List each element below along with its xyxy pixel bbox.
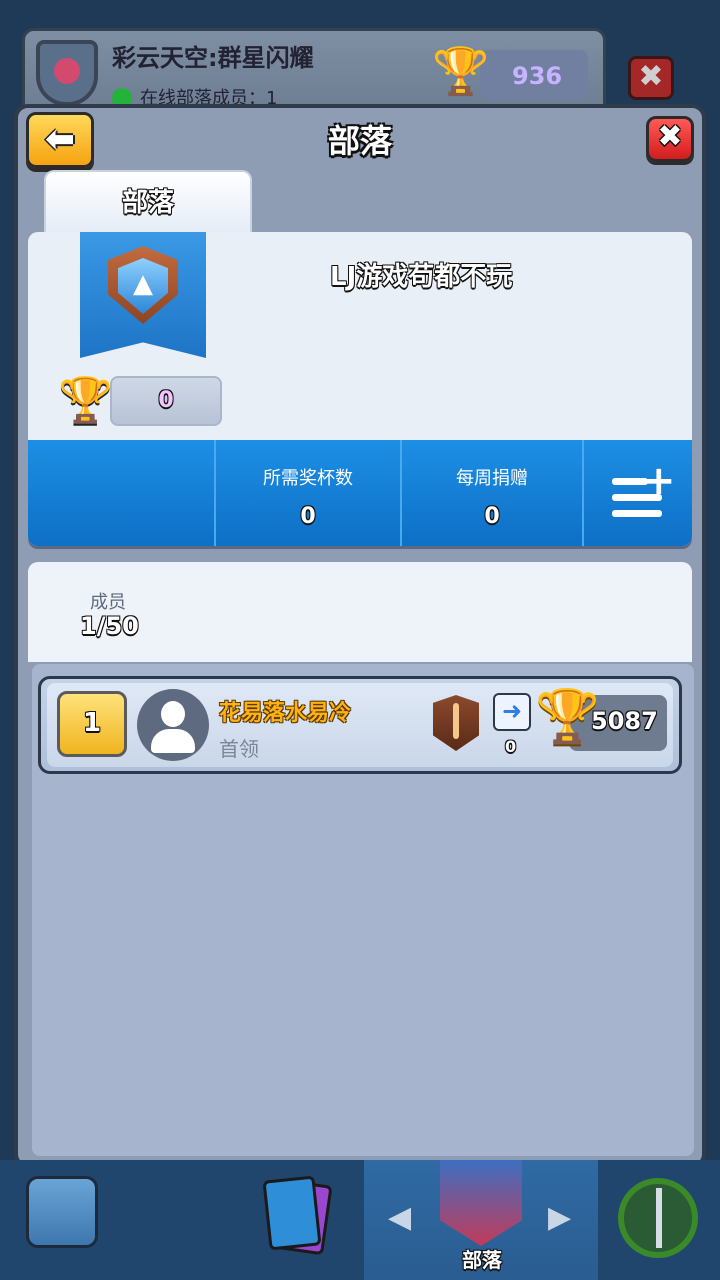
member-rank: 1: [57, 691, 127, 757]
clan-name: LJ游戏苟都不玩: [330, 262, 513, 292]
background-trophy-value: 936: [512, 62, 563, 90]
menu-list-icon: [612, 510, 662, 517]
clan-info-card: ▲ LJ游戏苟都不玩 🏆 0 所需奖杯数 0 每周捐赠 0 +: [28, 232, 692, 546]
weekly-donations-label: 每周捐赠: [456, 468, 528, 489]
stat-weekly-donations: 每周捐赠 0: [400, 440, 582, 546]
donation-card-icon: ➜: [493, 693, 531, 731]
close-button[interactable]: ✖: [646, 116, 694, 162]
member-donations: 0: [505, 737, 517, 756]
clan-stats-bar: 所需奖杯数 0 每周捐赠 0 +: [28, 440, 692, 546]
chest-icon: [26, 1176, 98, 1248]
nav-clan-label: 部落: [462, 1248, 502, 1272]
member-row[interactable]: 1 花易落水易冷 首领 ➜ 0 🏆 5087: [38, 676, 682, 774]
clan-trophy-value: 0: [110, 376, 222, 426]
clan-nav-icon: [440, 1160, 522, 1246]
members-header: 成员 1/50: [28, 562, 692, 662]
members-label: 成员: [90, 592, 126, 613]
nav-cards[interactable]: [120, 1160, 333, 1280]
nav-shop[interactable]: [0, 1160, 120, 1280]
clan-shield-icon: [36, 40, 98, 106]
bottom-nav: ⚔: [0, 1160, 720, 1280]
required-trophies-value: 0: [300, 504, 316, 529]
avatar-head: [161, 701, 185, 727]
chevron-right-icon[interactable]: ▶: [548, 1200, 571, 1235]
tab-clan[interactable]: 部落: [44, 170, 252, 234]
nav-tournament[interactable]: [598, 1160, 720, 1280]
avatar-icon: [137, 689, 209, 761]
chevron-left-icon[interactable]: ◀: [388, 1200, 411, 1235]
clan-trophy-icon: 🏆: [58, 375, 113, 426]
stat-required-trophies: 所需奖杯数 0: [214, 440, 400, 546]
avatar-body: [151, 729, 195, 753]
member-name: 花易落水易冷: [219, 701, 352, 726]
dialog-title: 部落: [327, 122, 392, 160]
background-close-icon: ✖: [628, 56, 674, 100]
close-icon: ✖: [657, 119, 683, 154]
laurel-sword-icon: [618, 1178, 698, 1258]
weekly-donations-value: 0: [484, 504, 500, 529]
trophy-icon: 🏆: [432, 44, 490, 98]
member-role: 首领: [219, 737, 259, 761]
background-clan-name: 彩云天空:群星闪耀: [112, 44, 314, 72]
nav-battle[interactable]: ⚔: [240, 1160, 563, 1280]
plus-icon: +: [642, 458, 676, 504]
members-count: 1/50: [80, 612, 139, 640]
clan-menu-button[interactable]: +: [582, 440, 692, 546]
required-trophies-label: 所需奖杯数: [263, 468, 353, 489]
member-trophies: 5087: [591, 707, 658, 735]
